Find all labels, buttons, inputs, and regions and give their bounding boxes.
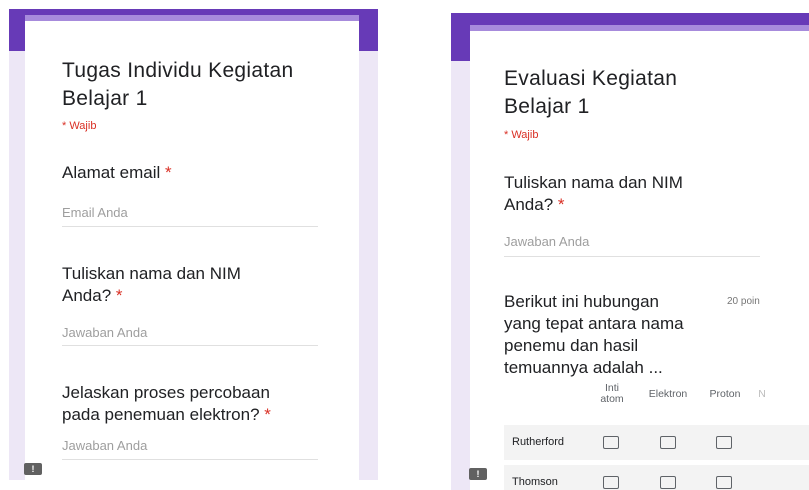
form-title: Tugas Individu Kegiatan Belajar 1 (62, 59, 294, 110)
question-name-nim: Tuliskan nama dan NIM Anda? * (62, 264, 241, 305)
question-email: Alamat email * (62, 163, 172, 182)
form-card: Tugas Individu Kegiatan Belajar 1 * Wajib… (25, 15, 359, 480)
points-label: 20 poin (727, 296, 760, 307)
form-title: Evaluasi Kegiatan Belajar 1 (504, 67, 678, 118)
required-star: * (165, 163, 172, 182)
required-star: * (115, 286, 123, 305)
left-form-screen: Tugas Individu Kegiatan Belajar 1 * Wajib… (9, 9, 378, 480)
grid-row: Rutherford (504, 425, 809, 460)
question-name-nim: Tuliskan nama dan NIM Anda? * (504, 173, 683, 214)
grid-column-header: N (758, 388, 766, 400)
grid-checkbox[interactable] (716, 476, 732, 489)
name-nim-input[interactable]: Jawaban Anda (504, 234, 589, 249)
grid-row: Thomson (504, 465, 809, 490)
required-star: * (557, 195, 565, 214)
grid-checkbox[interactable] (603, 436, 619, 449)
electron-experiment-input[interactable]: Jawaban Anda (62, 438, 147, 453)
grid-checkbox[interactable] (660, 436, 676, 449)
name-nim-input-underline (504, 256, 760, 257)
required-star: * (264, 405, 271, 424)
required-note: * Wajib (62, 120, 97, 132)
grid-column-header: Proton (709, 388, 741, 400)
question-discoverer-grid: Berikut ini hubungan yang tepat antara na… (504, 292, 684, 377)
grid-column-header: Inti atom (600, 382, 624, 405)
right-form-screen: Evaluasi Kegiatan Belajar 1 * Wajib Tulis… (451, 13, 809, 490)
email-input-underline (62, 226, 318, 227)
email-input[interactable]: Email Anda (62, 205, 128, 220)
name-nim-input-underline (62, 345, 318, 346)
grid-row-label: Rutherford (512, 436, 564, 448)
grid-row-label: Thomson (512, 476, 558, 488)
feedback-icon[interactable]: ! (24, 463, 42, 475)
question-electron-experiment: Jelaskan proses percobaan pada penemuan e… (62, 383, 271, 424)
grid-checkbox[interactable] (603, 476, 619, 489)
grid-column-header: Elektron (648, 388, 688, 400)
grid-checkbox[interactable] (660, 476, 676, 489)
feedback-icon[interactable]: ! (469, 468, 487, 480)
electron-experiment-input-underline (62, 459, 318, 460)
form-card: Evaluasi Kegiatan Belajar 1 * Wajib Tulis… (470, 25, 809, 490)
grid-checkbox[interactable] (716, 436, 732, 449)
name-nim-input[interactable]: Jawaban Anda (62, 325, 147, 340)
required-note: * Wajib (504, 129, 539, 141)
